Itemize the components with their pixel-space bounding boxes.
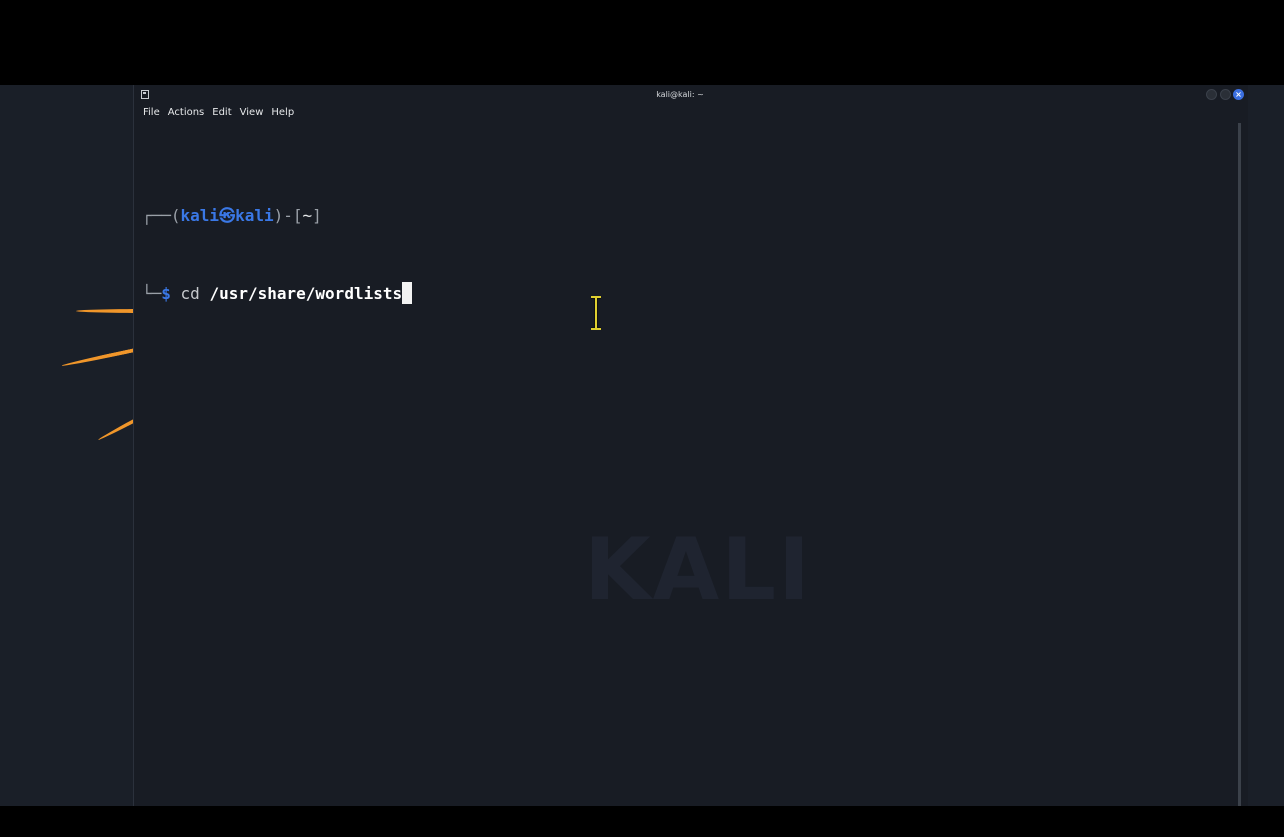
letterbox-bottom — [0, 806, 1284, 837]
prompt-host: kali — [235, 206, 274, 225]
window-title: kali@kali: ~ — [656, 90, 704, 99]
prompt-box-prefix: └─ — [142, 284, 162, 303]
close-icon: × — [1235, 90, 1242, 99]
menu-bar: File Actions Edit View Help — [143, 107, 294, 121]
prompt-at-symbol: ㉿ — [219, 206, 236, 225]
prompt-dollar: $ — [161, 284, 171, 303]
menu-view[interactable]: View — [240, 107, 264, 121]
terminal-output[interactable]: ┌──(kali㉿kali)-[~] └─$ cd /usr/share/wor… — [142, 151, 413, 359]
maximize-button[interactable] — [1220, 89, 1231, 100]
title-bar[interactable]: kali@kali: ~ × — [134, 85, 1248, 105]
terminal-window[interactable]: KALI kali@kali: ~ × File Actions Edit Vi… — [134, 85, 1248, 806]
command-name: cd — [180, 284, 200, 303]
scrollbar[interactable] — [1238, 123, 1241, 806]
prompt-line-2[interactable]: └─$ cd /usr/share/wordlists — [142, 281, 413, 307]
prompt-user: kali — [180, 206, 220, 225]
menu-actions[interactable]: Actions — [168, 107, 205, 121]
prompt-cwd: ~ — [302, 206, 313, 225]
kali-watermark: KALI — [584, 520, 812, 620]
prompt-box-mid: )-[ — [273, 206, 303, 225]
close-button[interactable]: × — [1233, 89, 1244, 100]
minimize-button[interactable] — [1206, 89, 1217, 100]
prompt-line-1: ┌──(kali㉿kali)-[~] — [142, 203, 412, 229]
menu-edit[interactable]: Edit — [212, 107, 231, 121]
letterbox-top — [0, 0, 1284, 85]
menu-help[interactable]: Help — [271, 107, 294, 121]
prompt-box-open: ┌──( — [142, 206, 181, 225]
menu-file[interactable]: File — [143, 107, 160, 121]
prompt-box-close: ] — [312, 206, 322, 225]
text-cursor — [402, 282, 413, 304]
ibeam-cursor-icon — [591, 296, 601, 330]
command-argument: /usr/share/wordlists — [209, 284, 403, 303]
